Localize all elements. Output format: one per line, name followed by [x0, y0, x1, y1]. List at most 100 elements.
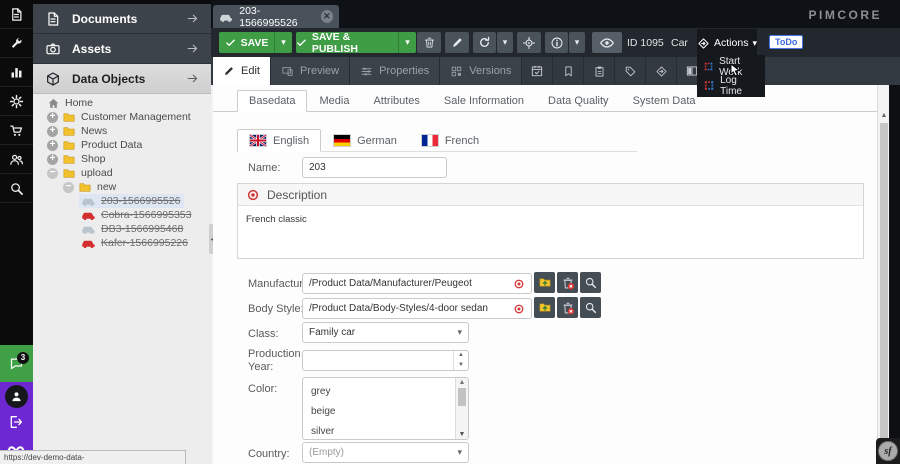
expand-icon[interactable]	[47, 140, 58, 151]
tab-media[interactable]: Media	[307, 90, 361, 112]
tree-item-folder[interactable]: upload	[33, 166, 211, 180]
search-relation-button[interactable]	[580, 297, 601, 318]
window-right-edge	[889, 85, 900, 464]
color-multiselect[interactable]: grey beige silver ▲ ▼	[302, 377, 469, 440]
tab-language-french[interactable]: French	[409, 129, 491, 152]
tab-sale-information[interactable]: Sale Information	[432, 90, 536, 112]
tab-language-german[interactable]: German	[321, 129, 409, 152]
reports-button[interactable]	[584, 57, 615, 85]
tree-item-object[interactable]: Cobra-1566995353	[33, 208, 211, 222]
color-option[interactable]: silver	[303, 422, 468, 440]
bookmark-icon	[562, 65, 575, 78]
tree-item-folder[interactable]: Shop	[33, 152, 211, 166]
tree-item-object[interactable]: DB3-1566995468	[33, 222, 211, 236]
description-editor[interactable]: French classic	[238, 206, 863, 233]
scrollbar-thumb[interactable]	[458, 388, 466, 406]
collapse-icon[interactable]	[47, 168, 58, 179]
info-menu-button[interactable]	[569, 32, 585, 53]
grid-icon	[450, 65, 463, 78]
panel-data-objects[interactable]: Data Objects	[33, 64, 211, 94]
ecommerce-nav-icon[interactable]	[0, 116, 33, 145]
list-scrollbar[interactable]: ▲ ▼	[455, 378, 468, 439]
chat-button[interactable]: 3	[0, 345, 33, 382]
collapse-icon[interactable]	[63, 182, 74, 193]
panel-label: Documents	[72, 12, 186, 26]
document-tab[interactable]: 203-1566995526 ✕	[213, 5, 339, 28]
workflow-status-badge[interactable]: ToDo	[769, 35, 803, 49]
main-nav-strip: 3	[0, 0, 33, 464]
rename-button[interactable]	[445, 32, 469, 53]
logout-icon[interactable]	[8, 414, 24, 430]
color-option[interactable]: grey	[303, 382, 468, 402]
language-tabs: English German French	[237, 130, 491, 152]
country-select[interactable]: (Empty)	[302, 442, 469, 463]
tab-versions[interactable]: Versions	[440, 57, 522, 85]
tab-preview[interactable]: Preview	[271, 57, 350, 85]
caret-down-icon	[752, 37, 757, 49]
tree-item-folder[interactable]: Product Data	[33, 138, 211, 152]
symfony-debug-toggle[interactable]: sf	[876, 438, 900, 464]
reload-menu-button[interactable]	[497, 32, 513, 53]
documents-nav-icon[interactable]	[0, 0, 33, 29]
reports-nav-icon[interactable]	[0, 58, 33, 87]
tab-language-english[interactable]: English	[237, 129, 321, 152]
workflow-button[interactable]	[646, 57, 677, 85]
users-nav-icon[interactable]	[0, 145, 33, 174]
expand-icon[interactable]	[47, 154, 58, 165]
reload-button[interactable]	[473, 32, 496, 53]
locate-in-tree-button[interactable]	[517, 32, 541, 53]
actions-button[interactable]: Actions	[697, 29, 757, 57]
spinner-arrows[interactable]: ▲▼	[453, 351, 468, 370]
open-relation-button[interactable]	[534, 272, 555, 293]
expand-icon[interactable]	[47, 112, 58, 123]
scrollbar-thumb[interactable]	[880, 123, 888, 443]
tab-basedata[interactable]: Basedata	[237, 90, 307, 112]
schedule-button[interactable]	[522, 57, 553, 85]
delete-button[interactable]	[417, 32, 441, 53]
trash-icon	[423, 36, 436, 49]
tab-edit[interactable]: Edit	[213, 57, 271, 85]
notes-button[interactable]	[553, 57, 584, 85]
tab-system-data[interactable]: System Data	[621, 90, 708, 112]
open-relation-button[interactable]	[534, 297, 555, 318]
expand-icon[interactable]	[47, 126, 58, 137]
manufacturer-input[interactable]: /Product Data/Manufacturer/Peugeot	[302, 273, 532, 294]
tab-data-quality[interactable]: Data Quality	[536, 90, 621, 112]
tree-item-object[interactable]: Kafer-1566995226	[33, 236, 211, 250]
close-icon[interactable]: ✕	[321, 10, 333, 23]
scroll-up-icon: ▲	[456, 379, 468, 386]
search-nav-icon[interactable]	[0, 174, 33, 203]
color-option[interactable]: beige	[303, 402, 468, 422]
settings-nav-icon[interactable]	[0, 87, 33, 116]
tab-attributes[interactable]: Attributes	[361, 90, 431, 112]
check-icon	[225, 37, 236, 48]
tags-button[interactable]	[615, 57, 646, 85]
menu-item-log-time[interactable]: Log Time	[697, 76, 765, 95]
info-button[interactable]	[545, 32, 568, 53]
tree-item-folder[interactable]: new	[33, 180, 211, 194]
panel-label: Data Objects	[72, 72, 186, 86]
remove-relation-button[interactable]	[557, 272, 578, 293]
tab-properties[interactable]: Properties	[350, 57, 440, 85]
search-relation-button[interactable]	[580, 272, 601, 293]
save-menu-button[interactable]	[274, 32, 292, 53]
tree-item-object[interactable]: 203-1566995526	[33, 194, 211, 208]
tree-item-home[interactable]: Home	[33, 96, 211, 110]
save-button[interactable]: SAVE	[219, 32, 274, 53]
workflow-icon	[655, 65, 668, 78]
open-preview-button[interactable]	[592, 32, 622, 53]
panel-documents[interactable]: Documents	[33, 4, 211, 34]
folder-icon	[78, 181, 92, 194]
tools-nav-icon[interactable]	[0, 29, 33, 58]
save-publish-menu-button[interactable]	[398, 32, 416, 53]
avatar[interactable]	[5, 385, 28, 408]
panel-assets[interactable]: Assets	[33, 34, 211, 64]
tree-item-folder[interactable]: News	[33, 124, 211, 138]
class-select[interactable]: Family car	[302, 322, 469, 343]
save-publish-button[interactable]: SAVE & PUBLISH	[296, 32, 398, 53]
tree-item-folder[interactable]: Customer Management	[33, 110, 211, 124]
body-style-input[interactable]: /Product Data/Body-Styles/4-door sedan	[302, 298, 532, 319]
name-input[interactable]: 203	[302, 157, 447, 178]
remove-relation-button[interactable]	[557, 297, 578, 318]
production-year-spinner[interactable]: ▲▼	[302, 350, 469, 371]
